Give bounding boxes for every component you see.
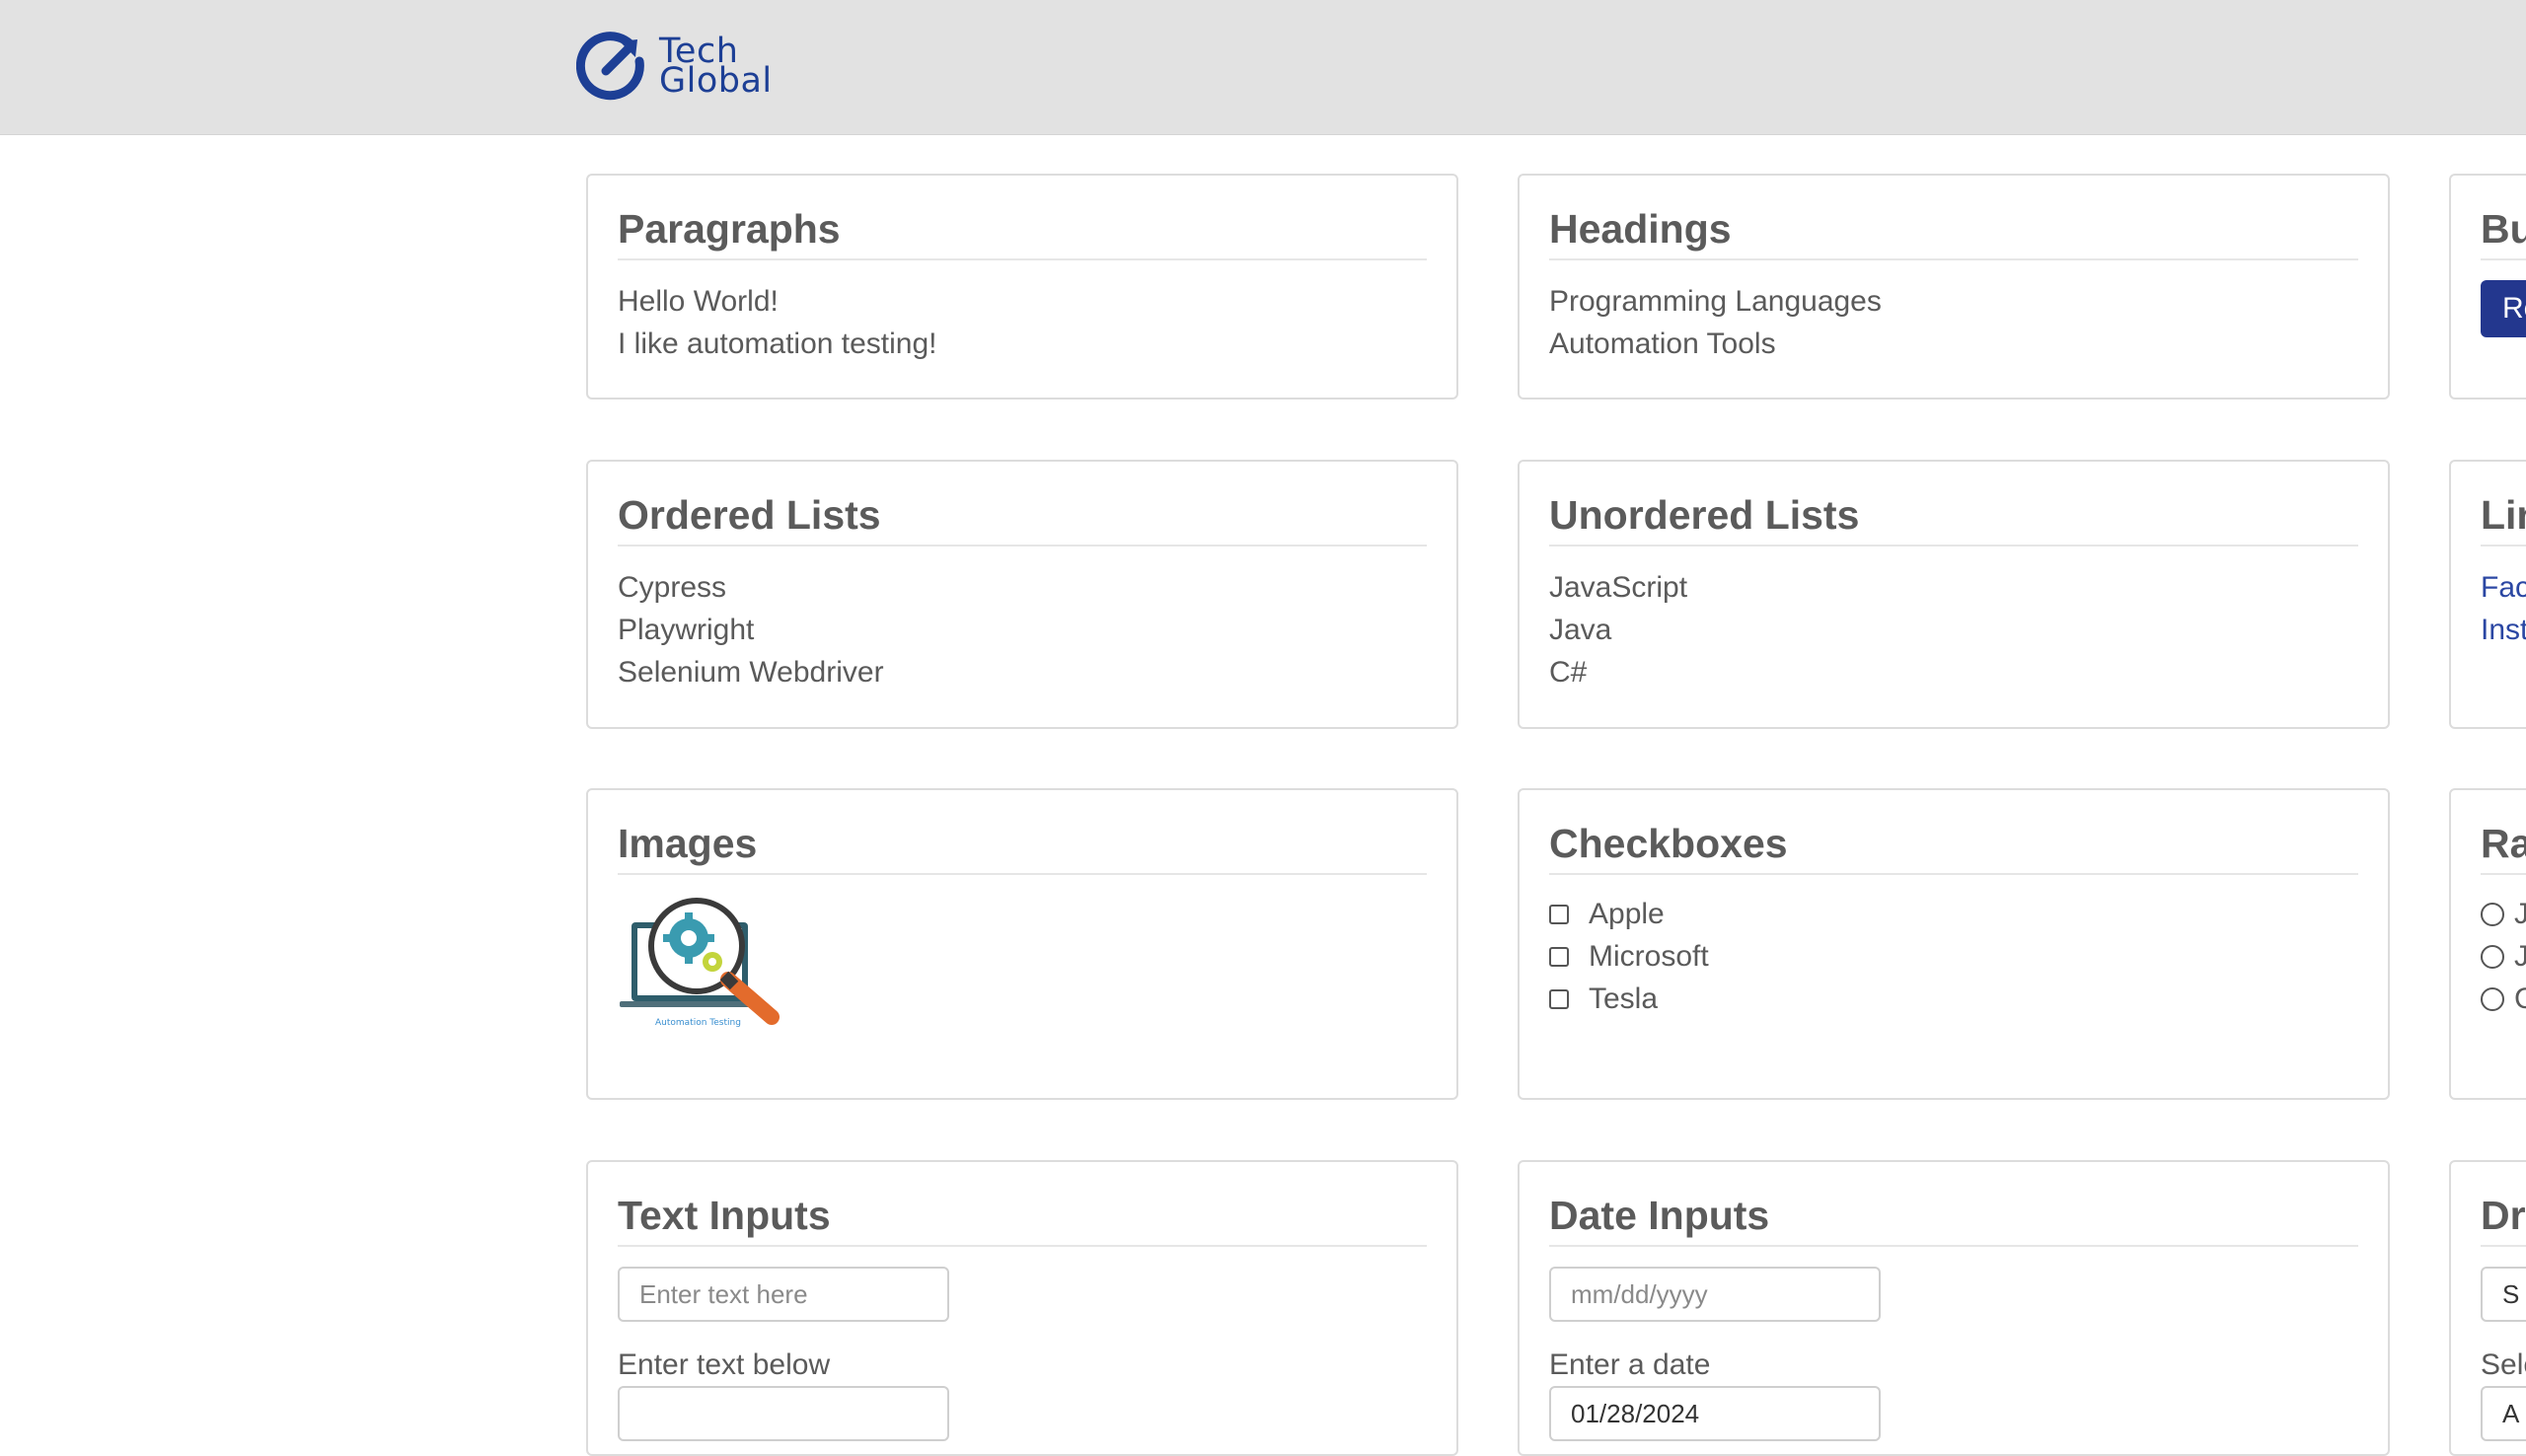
unordered-lists-card: Unordered Lists JavaScript Java C# — [1518, 460, 2390, 729]
unordered-list-item: JavaScript — [1549, 571, 1688, 604]
text-input-label: Enter text below — [618, 1348, 831, 1381]
headings-card: Headings Programming Languages Automatio… — [1518, 174, 2390, 400]
checkbox-row: Tesla — [1549, 978, 2358, 1020]
checkbox-row: Microsoft — [1549, 935, 2358, 978]
card-title: Bu — [2481, 203, 2526, 260]
links-card: Lin Fac Inst — [2449, 460, 2526, 729]
checkbox-row: Apple — [1549, 893, 2358, 935]
logo-line-2: Global — [659, 61, 773, 101]
card-title: Dro — [2481, 1190, 2526, 1247]
ordered-list-item: Cypress — [618, 571, 727, 604]
card-title: Checkboxes — [1549, 818, 2358, 875]
top-navbar: Tech Global — [0, 0, 2526, 135]
card-title: Images — [618, 818, 1427, 875]
ordered-list-item: Selenium Webdriver — [618, 656, 884, 689]
card-title: Unordered Lists — [1549, 489, 2358, 546]
register-button[interactable]: Re — [2481, 280, 2526, 337]
radio-label: C — [2514, 978, 2526, 1020]
dropdowns-card: Dro S Sele A — [2449, 1160, 2526, 1456]
paragraphs-card: Paragraphs Hello World! I like automatio… — [586, 174, 1458, 400]
radio-button[interactable] — [2481, 986, 2504, 1011]
card-title: Text Inputs — [618, 1190, 1427, 1247]
text-input[interactable]: Enter text here — [618, 1267, 949, 1322]
paragraph-2: I like automation testing! — [618, 328, 937, 360]
unordered-list-item: C# — [1549, 656, 1588, 689]
checkbox-apple[interactable] — [1549, 904, 1569, 924]
heading-2: Automation Tools — [1549, 328, 1776, 360]
radio-label: J — [2514, 893, 2526, 935]
buttons-card: Bu Re — [2449, 174, 2526, 400]
card-title: Date Inputs — [1549, 1190, 2358, 1247]
card-title: Headings — [1549, 203, 2358, 260]
logo-text: Tech Global — [659, 35, 773, 101]
checkboxes-card: Checkboxes Apple Microsoft Tesla — [1518, 788, 2390, 1100]
radio-row: J — [2481, 935, 2526, 978]
card-title: Ordered Lists — [618, 489, 1427, 546]
images-card: Images Automation Testing — [586, 788, 1458, 1100]
automation-testing-image: Automation Testing — [620, 898, 780, 1028]
checkbox-label: Microsoft — [1589, 940, 1709, 973]
ordered-lists-card: Ordered Lists Cypress Playwright Seleniu… — [586, 460, 1458, 729]
card-title: Paragraphs — [618, 203, 1427, 260]
checkbox-label: Tesla — [1589, 983, 1659, 1015]
date-input-2[interactable]: 01/28/2024 — [1549, 1386, 1881, 1441]
techglobal-logo[interactable]: Tech Global — [576, 30, 773, 103]
link-instagram[interactable]: Inst — [2481, 609, 2526, 651]
radio-row: J — [2481, 893, 2526, 935]
link-facebook[interactable]: Fac — [2481, 566, 2526, 609]
techglobal-logo-icon — [576, 32, 644, 101]
text-input-2[interactable] — [618, 1386, 949, 1441]
card-title: Ra — [2481, 818, 2526, 875]
checkbox-tesla[interactable] — [1549, 988, 1569, 1009]
text-inputs-card: Text Inputs Enter text here Enter text b… — [586, 1160, 1458, 1456]
ordered-list-item: Playwright — [618, 614, 755, 646]
dropdown-label: Sele — [2481, 1348, 2526, 1381]
card-title: Lin — [2481, 489, 2526, 546]
paragraph-1: Hello World! — [618, 285, 779, 318]
checkbox-label: Apple — [1589, 898, 1665, 930]
radio-label: J — [2514, 935, 2526, 978]
radio-button[interactable] — [2481, 944, 2504, 969]
radio-row: C — [2481, 978, 2526, 1020]
unordered-list-item: Java — [1549, 614, 1612, 646]
radio-button[interactable] — [2481, 902, 2504, 926]
checkbox-microsoft[interactable] — [1549, 946, 1569, 967]
date-input[interactable]: mm/dd/yyyy — [1549, 1267, 1881, 1322]
heading-1: Programming Languages — [1549, 285, 1882, 318]
radio-buttons-card: Ra J J C — [2449, 788, 2526, 1100]
image-caption: Automation Testing — [655, 1018, 741, 1028]
dropdown-select[interactable]: S — [2481, 1267, 2526, 1322]
date-inputs-card: Date Inputs mm/dd/yyyy Enter a date 01/2… — [1518, 1160, 2390, 1456]
date-input-label: Enter a date — [1549, 1348, 1711, 1381]
dropdown-select-2[interactable]: A — [2481, 1386, 2526, 1441]
